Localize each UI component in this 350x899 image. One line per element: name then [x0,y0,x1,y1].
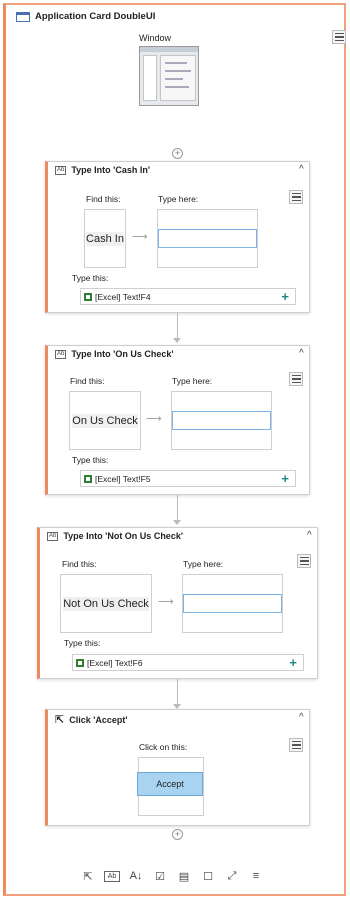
container-menu-button[interactable] [332,30,346,44]
card-1-header[interactable]: Ab Type Into 'Cash In' [55,165,150,175]
collapse-icon[interactable]: ^ [299,712,304,723]
window-thumbnail[interactable] [139,46,199,106]
find-element-icon[interactable]: ⤢ [224,868,240,884]
find-target-text: Cash In [86,231,124,246]
collapse-icon[interactable]: ^ [299,348,304,359]
click-icon: ⇱ [55,714,65,726]
click-on-this-label: Click on this: [139,742,188,752]
add-variable-icon[interactable]: + [281,289,289,304]
bottom-toolbar: ⇱ Ab A↓ ☑ ▤ ☐ ⤢ ≡ [80,868,264,884]
type-here-preview[interactable] [171,391,272,450]
input-highlight [172,411,271,430]
thumbnail-titlebar [140,47,198,52]
input-highlight [158,229,257,248]
type-into-card-3[interactable]: Ab Type Into 'Not On Us Check' ^ Find th… [37,527,318,679]
accept-label: Accept [156,779,184,789]
type-this-value: [Excel] Text!F6 [87,657,143,668]
type-here-preview[interactable] [157,209,258,268]
type-here-label: Type here: [158,194,199,204]
check-icon[interactable]: ☑ [152,868,168,884]
find-this-label: Find this: [86,194,121,204]
find-this-label: Find this: [70,376,105,386]
card-1-title: Type Into 'Cash In' [71,165,150,175]
card-4-header[interactable]: ⇱ Click 'Accept' [55,713,128,726]
add-activity-icon[interactable]: + [172,148,183,159]
application-card-header[interactable]: Application Card DoubleUI [16,11,155,22]
list-icon[interactable]: ≡ [248,868,264,884]
click-icon[interactable]: ⇱ [80,868,96,884]
find-target-preview[interactable]: Not On Us Check [60,574,152,633]
arrow-right-icon: ⟶ [146,413,162,425]
type-here-preview[interactable] [182,574,283,633]
card-4-title: Click 'Accept' [69,714,128,725]
type-this-label: Type this: [72,455,109,465]
connector-line [177,313,178,339]
type-this-field[interactable]: [Excel] Text!F5 + [80,470,296,487]
arrow-right-icon: ⟶ [132,231,148,243]
window-label: Window [139,33,172,43]
thumbnail-main [160,55,196,101]
hover-icon[interactable]: ☐ [200,868,216,884]
connector-line [177,495,178,521]
type-this-field[interactable]: [Excel] Text!F6 + [72,654,304,671]
excel-icon [84,292,92,301]
select-item-icon[interactable]: ▤ [176,868,192,884]
add-variable-icon[interactable]: + [289,655,297,670]
arrow-right-icon: ⟶ [158,596,174,608]
collapse-icon[interactable]: ^ [299,164,304,175]
accept-button-preview[interactable]: Accept [137,772,203,796]
type-this-label: Type this: [64,638,101,648]
thumbnail-sidepane [143,55,157,101]
add-activity-icon[interactable]: + [172,829,183,840]
type-this-value: [Excel] Text!F5 [95,473,151,484]
excel-icon [84,474,92,483]
connector-arrow [173,338,181,343]
type-this-value: [Excel] Text!F4 [95,291,151,302]
excel-icon [76,658,84,667]
card-2-menu-button[interactable] [289,372,303,386]
add-variable-icon[interactable]: + [281,471,289,486]
find-target-text: Not On Us Check [63,596,149,611]
connector-line [177,679,178,705]
type-into-icon: Ab [47,531,59,541]
application-card-title: Application Card DoubleUI [35,11,156,22]
type-into-icon: Ab [55,349,67,359]
click-card[interactable]: ⇱ Click 'Accept' ^ Click on this: [45,709,310,826]
card-3-menu-button[interactable] [297,554,311,568]
find-target-preview[interactable]: Cash In [84,209,126,268]
collapse-icon[interactable]: ^ [307,530,312,541]
card-4-menu-button[interactable] [289,738,303,752]
get-text-icon[interactable]: A↓ [128,868,144,884]
find-target-text: On Us Check [72,413,138,428]
type-into-icon[interactable]: Ab [104,870,120,882]
find-this-label: Find this: [62,559,97,569]
type-this-label: Type this: [72,273,109,283]
type-into-card-1[interactable]: Ab Type Into 'Cash In' ^ Find this: Type… [45,161,310,313]
card-1-menu-button[interactable] [289,190,303,204]
type-this-field[interactable]: [Excel] Text!F4 + [80,288,296,305]
type-into-icon: Ab [55,165,67,175]
window-icon [16,11,30,22]
input-highlight [183,594,282,613]
card-2-header[interactable]: Ab Type Into 'On Us Check' [55,349,173,359]
find-target-preview[interactable]: On Us Check [69,391,141,450]
type-here-label: Type here: [183,559,224,569]
card-3-title: Type Into 'Not On Us Check' [63,531,183,541]
card-3-header[interactable]: Ab Type Into 'Not On Us Check' [47,531,183,541]
type-here-label: Type here: [172,376,213,386]
connector-arrow [173,520,181,525]
type-into-card-2[interactable]: Ab Type Into 'On Us Check' ^ Find this: … [45,345,310,495]
card-2-title: Type Into 'On Us Check' [71,349,174,359]
